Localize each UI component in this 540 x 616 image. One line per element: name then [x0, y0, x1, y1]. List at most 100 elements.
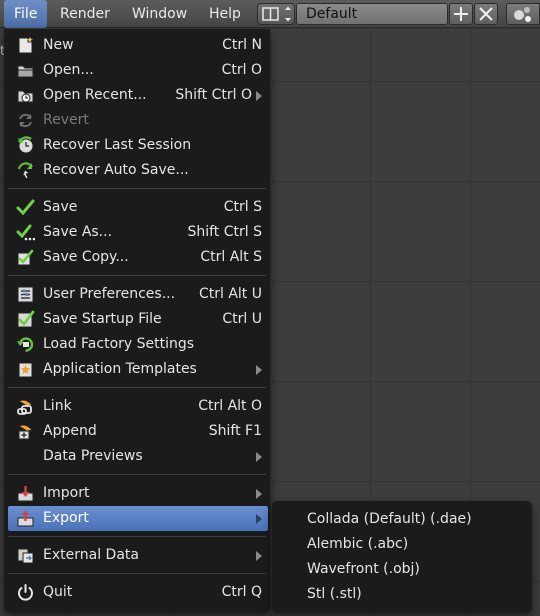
menu-separator [8, 474, 266, 475]
menu-item-label: Import [43, 485, 90, 501]
external-data-icon [17, 548, 34, 564]
menu-item-save-copy[interactable]: Save Copy... Ctrl Alt S [8, 245, 268, 270]
import-icon [17, 486, 34, 502]
plus-icon [454, 7, 468, 21]
menu-render[interactable]: Render [50, 0, 120, 28]
menu-item-link[interactable]: Link Ctrl Alt O [8, 394, 268, 419]
menu-item-label: Save Copy... [43, 249, 129, 265]
menu-item-shortcut: Ctrl Alt O [198, 398, 262, 414]
menu-help[interactable]: Help [199, 0, 251, 28]
menu-item-application-templates[interactable]: Application Templates [8, 357, 268, 382]
menu-item-save-startup-file[interactable]: Save Startup File Ctrl U [8, 307, 268, 332]
export-icon [17, 510, 34, 527]
menu-separator [8, 536, 266, 537]
menu-window[interactable]: Window [122, 0, 197, 28]
menu-item-label: Quit [43, 584, 73, 600]
menu-item-save[interactable]: Save Ctrl S [8, 195, 268, 220]
menu-item-label: Revert [43, 112, 89, 128]
menu-item-label: Save As... [43, 224, 113, 240]
recent-folder-icon [17, 90, 34, 103]
x-icon [479, 7, 493, 21]
checkmark-icon [16, 199, 35, 216]
menu-item-load-factory-settings[interactable]: Load Factory Settings [8, 332, 268, 357]
menu-item-external-data[interactable]: External Data [8, 543, 268, 568]
menu-item-export[interactable]: Export [8, 506, 268, 531]
menu-item-shortcut: Ctrl U [222, 311, 262, 327]
checkmark-dots-icon [16, 224, 35, 241]
layout-name-field[interactable]: Default [296, 3, 448, 25]
submenu-arrow-icon [256, 452, 262, 462]
menu-item-append[interactable]: Append Shift F1 [8, 419, 268, 444]
recover-icon [18, 136, 34, 154]
submenu-arrow-icon [256, 91, 262, 101]
add-layout-button[interactable] [449, 3, 473, 25]
menu-item-shortcut: Ctrl S [223, 199, 262, 215]
menu-item-open-recent[interactable]: Open Recent... Shift Ctrl O [8, 83, 268, 108]
screen-layout-icon [262, 6, 291, 22]
save-copy-icon [17, 249, 34, 266]
menu-item-shortcut: Ctrl Q [221, 584, 262, 600]
menu-item-save-as[interactable]: Save As... Shift Ctrl S [8, 220, 268, 245]
menu-item-shortcut: Shift F1 [208, 423, 262, 439]
menu-item-open[interactable]: Open... Ctrl O [8, 58, 268, 83]
menu-item-recover-last-session[interactable]: Recover Last Session [8, 133, 268, 158]
revert-icon [19, 113, 32, 128]
export-collada-item[interactable]: Collada (Default) (.dae) [307, 507, 472, 532]
menu-item-label: User Preferences... [43, 286, 176, 302]
menu-item-label: Open Recent... [43, 87, 147, 103]
file-menu: New Ctrl N Open... Ctrl O Open Recent...… [4, 29, 270, 613]
submenu-arrow-icon [256, 551, 262, 561]
save-startup-icon [17, 310, 35, 328]
menu-item-label: Export [43, 510, 89, 526]
export-stl-item[interactable]: Stl (.stl) [307, 582, 362, 607]
layout-switch-button[interactable] [257, 3, 295, 25]
menu-item-label: Recover Last Session [43, 137, 192, 153]
menu-item-shortcut: Ctrl Alt U [198, 286, 262, 302]
scene-selector-button[interactable] [506, 3, 540, 25]
menu-item-recover-auto-save[interactable]: Recover Auto Save... [8, 158, 268, 183]
header-bar: File Render Window Help Default [0, 0, 540, 28]
preferences-icon [17, 286, 34, 303]
menu-item-label: Data Previews [43, 448, 143, 464]
menu-separator [8, 275, 266, 276]
link-icon [17, 399, 33, 415]
menu-separator [8, 188, 266, 189]
menu-item-shortcut: Ctrl Alt S [200, 249, 262, 265]
menu-item-import[interactable]: Import [8, 481, 268, 506]
menu-file[interactable]: File [4, 0, 48, 28]
menu-separator [8, 387, 266, 388]
power-icon [18, 584, 33, 601]
new-file-icon [18, 37, 33, 54]
scene-icon [514, 7, 531, 22]
export-wavefront-item[interactable]: Wavefront (.obj) [307, 557, 420, 582]
menu-separator [8, 573, 266, 574]
menu-item-data-previews[interactable]: Data Previews [8, 444, 268, 469]
folder-icon [17, 65, 34, 78]
menu-item-label: Link [43, 398, 72, 414]
menu-item-label: Append [43, 423, 97, 439]
menu-item-shortcut: Ctrl N [222, 37, 262, 53]
menu-item-label: Application Templates [43, 361, 197, 377]
menu-item-label: Load Factory Settings [43, 336, 195, 352]
menu-item-shortcut: Shift Ctrl O [175, 87, 252, 103]
export-alembic-item[interactable]: Alembic (.abc) [307, 532, 408, 557]
menu-item-label: Save [43, 199, 78, 215]
menu-item-label: Open... [43, 62, 94, 78]
submenu-arrow-icon [256, 365, 262, 375]
menu-item-shortcut: Shift Ctrl S [187, 224, 262, 240]
menu-item-label: Save Startup File [43, 311, 162, 327]
menu-item-label: External Data [43, 547, 139, 563]
menu-item-quit[interactable]: Quit Ctrl Q [8, 580, 268, 605]
menu-item-revert: Revert [8, 108, 268, 133]
load-factory-icon [17, 337, 34, 352]
submenu-arrow-icon [256, 514, 262, 524]
menu-item-new[interactable]: New Ctrl N [8, 33, 268, 58]
menu-item-label: New [43, 37, 74, 53]
menu-item-label: Recover Auto Save... [43, 162, 189, 178]
menu-item-user-preferences[interactable]: User Preferences... Ctrl Alt U [8, 282, 268, 307]
templates-icon [18, 362, 33, 378]
submenu-arrow-icon [256, 489, 262, 499]
remove-layout-button[interactable] [474, 3, 498, 25]
recover-auto-icon [17, 162, 33, 179]
export-submenu: Collada (Default) (.dae) Alembic (.abc) … [272, 501, 532, 613]
